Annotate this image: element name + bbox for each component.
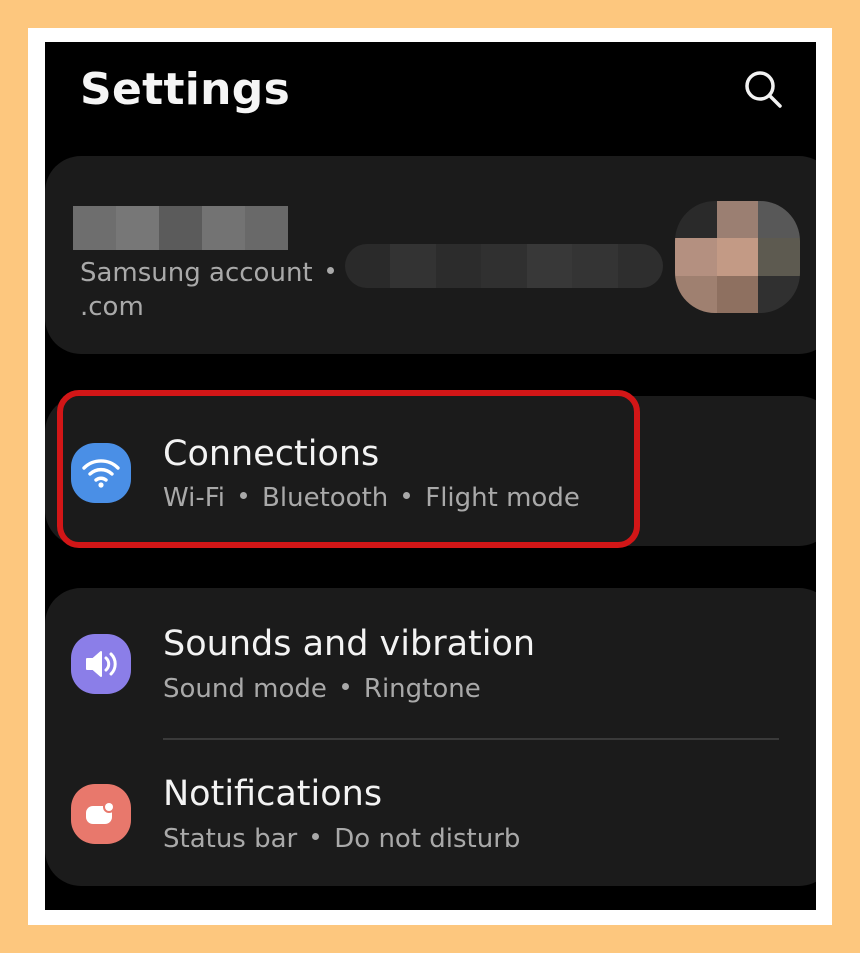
search-icon — [745, 71, 782, 108]
settings-screen: Settings Samsung account .com Connection… — [45, 42, 816, 910]
settings-group-card: Sounds and vibration Sound mode Ringtone … — [45, 588, 816, 886]
subtitle-part: Bluetooth — [262, 483, 389, 513]
subtitle-part: Status bar — [163, 824, 298, 854]
account-email-suffix: .com — [80, 292, 144, 322]
account-email-redacted — [345, 244, 663, 288]
separator-dot — [403, 492, 411, 499]
account-name-redacted — [73, 206, 288, 250]
subtitle-part: Sound mode — [163, 674, 327, 704]
item-title: Connections — [163, 434, 380, 474]
page-title: Settings — [80, 64, 291, 115]
separator-dot — [341, 683, 349, 690]
speaker-icon — [71, 634, 131, 694]
subtitle-part: Ringtone — [363, 674, 481, 704]
connections-card: Connections Wi-Fi Bluetooth Flight mode — [45, 396, 816, 546]
item-subtitle: Wi-Fi Bluetooth Flight mode — [163, 483, 580, 513]
separator-dot — [312, 833, 320, 840]
item-title: Notifications — [163, 774, 383, 814]
item-subtitle: Status bar Do not disturb — [163, 824, 520, 854]
search-button[interactable] — [742, 68, 786, 112]
avatar[interactable] — [675, 201, 800, 313]
subtitle-part: Flight mode — [425, 483, 580, 513]
item-subtitle: Sound mode Ringtone — [163, 674, 481, 704]
separator-dot — [326, 267, 334, 274]
settings-item-connections[interactable]: Connections Wi-Fi Bluetooth Flight mode — [45, 396, 816, 546]
settings-item-sounds[interactable]: Sounds and vibration Sound mode Ringtone — [45, 588, 816, 738]
account-label-line: Samsung account — [80, 258, 344, 288]
subtitle-part: Do not disturb — [334, 824, 521, 854]
separator-dot — [240, 492, 248, 499]
account-label: Samsung account — [80, 258, 313, 288]
notification-badge-icon — [71, 784, 131, 844]
subtitle-part: Wi-Fi — [163, 483, 226, 513]
wifi-icon — [71, 443, 131, 503]
account-card[interactable]: Samsung account .com — [45, 156, 816, 354]
item-title: Sounds and vibration — [163, 624, 536, 664]
settings-item-notifications[interactable]: Notifications Status bar Do not disturb — [45, 740, 816, 886]
